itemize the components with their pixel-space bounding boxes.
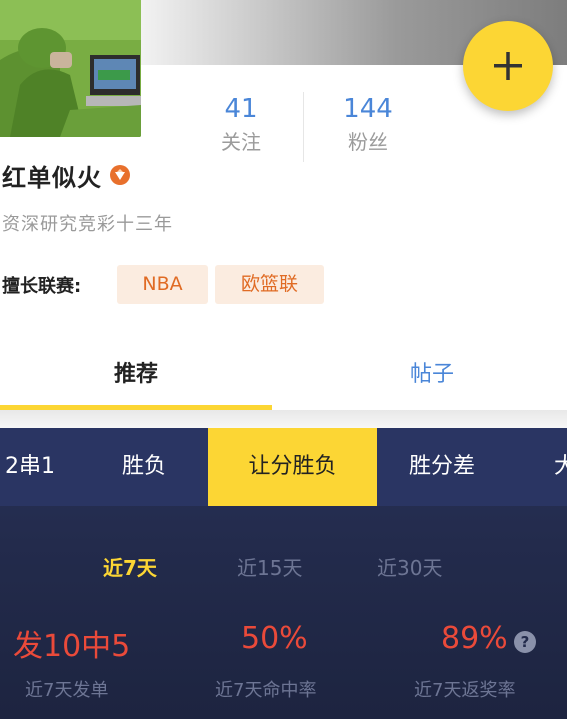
plus-icon <box>494 52 522 80</box>
tab-recommend[interactable]: 推荐 <box>0 345 272 405</box>
period-30-days[interactable]: 近30天 <box>377 552 442 581</box>
category-bar[interactable]: 2串1 胜负 让分胜负 胜分差 大 <box>0 428 567 506</box>
metric-orders-value: 发10中5 <box>13 629 131 664</box>
name-row: 红单似火 <box>2 159 131 192</box>
following-count: 41 <box>224 94 258 124</box>
following-stat[interactable]: 41 关注 <box>181 94 301 154</box>
period-15-days[interactable]: 近15天 <box>237 552 302 581</box>
league-label: 擅长联赛: <box>2 276 82 297</box>
avatar[interactable] <box>0 0 141 137</box>
help-icon[interactable]: ? <box>514 631 536 653</box>
verified-badge-icon <box>110 165 130 185</box>
metric-hit-rate-label: 近7天命中率 <box>215 680 317 701</box>
user-bio: 资深研究竞彩十三年 <box>2 214 173 235</box>
followers-label: 粉丝 <box>348 130 388 154</box>
followers-stat[interactable]: 144 粉丝 <box>308 94 428 154</box>
following-label: 关注 <box>221 130 261 154</box>
metric-hit-rate-value: 50% <box>241 621 308 656</box>
category-handicap-win-lose[interactable]: 让分胜负 <box>208 428 377 506</box>
metric-return-rate-label: 近7天返奖率 <box>414 680 516 701</box>
category-point-margin[interactable]: 胜分差 <box>409 428 475 506</box>
stats-panel: 2串1 胜负 让分胜负 胜分差 大 近7天 近15天 近30天 发10中5 50… <box>0 428 567 719</box>
metric-orders-label: 近7天发单 <box>25 680 109 701</box>
period-7-days[interactable]: 近7天 <box>103 552 157 581</box>
category-win-lose[interactable]: 胜负 <box>122 428 166 506</box>
tab-posts[interactable]: 帖子 <box>296 345 567 405</box>
league-tag-euroleague[interactable]: 欧篮联 <box>215 265 324 304</box>
league-tag-nba[interactable]: NBA <box>117 265 208 304</box>
followers-count: 144 <box>343 94 393 124</box>
tab-bar-divider <box>0 410 567 428</box>
stats-divider <box>303 92 304 162</box>
category-2c1[interactable]: 2串1 <box>5 428 55 506</box>
metric-return-rate-value: 89% <box>441 621 508 656</box>
category-over-under[interactable]: 大 <box>554 428 567 506</box>
follow-button[interactable] <box>463 21 553 111</box>
user-name: 红单似火 <box>2 163 102 192</box>
